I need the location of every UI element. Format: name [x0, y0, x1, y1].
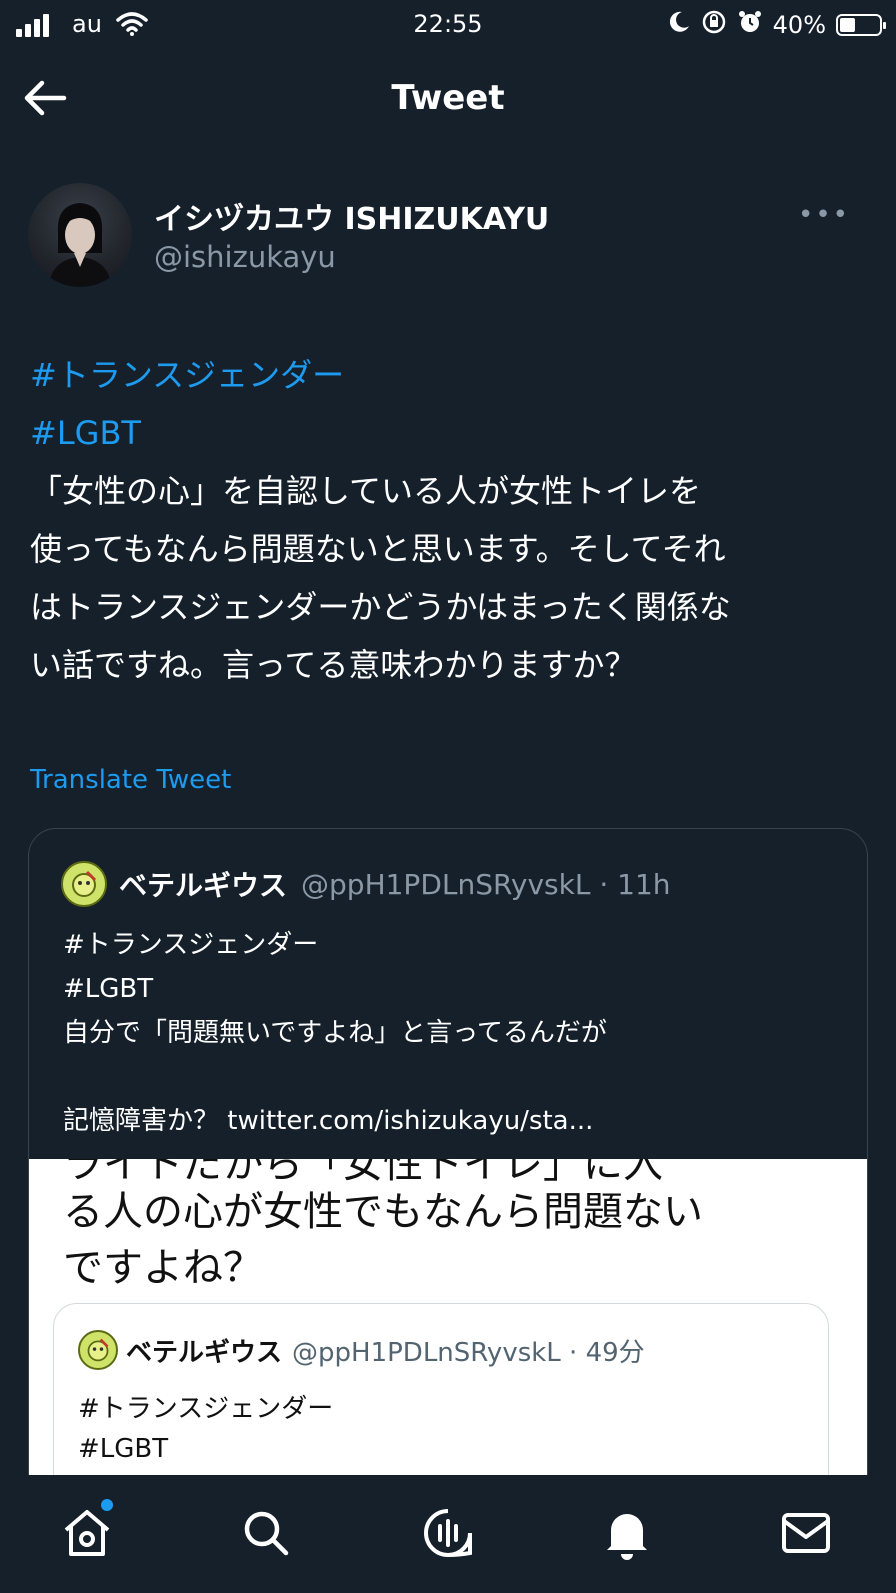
quoted-screenshot-image[interactable]: ライトだから「女性トイレ」に入 る人の心が女性でもなんら問題ない ですよね？ ベ… [29, 1159, 867, 1527]
inner-avatar [78, 1330, 118, 1370]
tab-search[interactable] [236, 1503, 296, 1563]
battery-percent: 40% [772, 11, 826, 39]
tweet-body: #トランスジェンダー #LGBT 「女性の心」を自認している人が女性トイレを 使… [30, 346, 870, 694]
tab-bar [0, 1475, 896, 1593]
header: Tweet [0, 60, 896, 140]
quoted-link[interactable]: twitter.com/ishizukayu/sta... [227, 1106, 593, 1136]
more-options-icon[interactable]: ••• [798, 200, 850, 230]
screenshot-line: る人の心が女性でもなんら問題ない [63, 1189, 703, 1235]
hashtag-link[interactable]: #トランスジェンダー [30, 346, 870, 404]
tab-messages[interactable] [776, 1503, 836, 1563]
spaces-icon [424, 1509, 472, 1557]
alarm-icon [737, 9, 763, 41]
quoted-tweet[interactable]: ベテルギウス @ppH1PDLnSRyvskL · 11h #トランスジェンダー… [28, 828, 868, 1528]
screenshot-line: ですよね？ [63, 1245, 263, 1291]
status-bar: au 22:55 40% [0, 0, 896, 50]
avatar[interactable] [28, 183, 132, 287]
quoted-hashtag: #トランスジェンダー [63, 930, 319, 960]
page-title: Tweet [391, 78, 505, 118]
quoted-blank-line [63, 1055, 853, 1099]
tab-notifications[interactable] [597, 1503, 657, 1563]
home-icon [64, 1510, 110, 1556]
battery-level-fill [840, 18, 855, 32]
quoted-text-last: 記憶障害か？ twitter.com/ishizukayu/sta... [63, 1099, 853, 1143]
messages-icon [782, 1513, 830, 1553]
moon-icon [667, 10, 691, 40]
tweet-text: 「女性の心」を自認している人が女性トイレを 使ってもなんら問題ないと思います。そ… [30, 472, 731, 684]
notifications-icon [607, 1514, 647, 1560]
quoted-author-name: ベテルギウス [119, 869, 288, 902]
orientation-lock-icon [701, 9, 727, 41]
quoted-text: 自分で「問題無いですよね」と言ってるんだが [63, 1018, 607, 1048]
quoted-avatar [61, 861, 107, 907]
author-name[interactable]: イシヅカユウ ISHIZUKAYU [154, 194, 549, 238]
hashtag-link[interactable]: #LGBT [30, 404, 870, 462]
author-handle[interactable]: @ishizukayu [154, 240, 336, 274]
quoted-text-prefix: 記憶障害か？ [63, 1106, 228, 1136]
tab-spaces[interactable] [418, 1503, 478, 1563]
inner-author-name: ベテルギウス [126, 1337, 283, 1368]
notification-dot [101, 1499, 113, 1511]
inner-handle-time: @ppH1PDLnSRyvskL · 49分 [292, 1337, 645, 1368]
inner-hashtag: #トランスジェンダー [78, 1394, 334, 1424]
battery-icon [836, 14, 886, 36]
search-icon [244, 1511, 289, 1556]
tab-home[interactable] [57, 1499, 117, 1563]
quoted-hashtag: #LGBT [63, 974, 154, 1004]
quoted-handle-time: @ppH1PDLnSRyvskL · 11h [301, 867, 671, 901]
inner-hashtag: #LGBT [78, 1434, 169, 1464]
translate-tweet-link[interactable]: Translate Tweet [30, 765, 231, 795]
